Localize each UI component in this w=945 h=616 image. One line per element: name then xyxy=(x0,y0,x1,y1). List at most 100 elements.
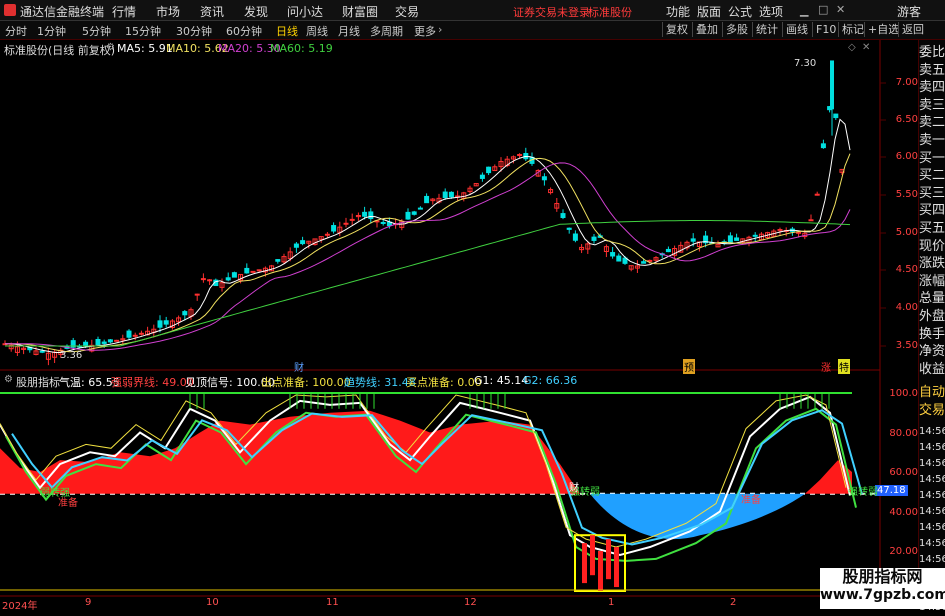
candle-body xyxy=(331,225,337,232)
candle-body xyxy=(417,207,423,210)
candle-body xyxy=(566,227,572,230)
date-tick: 2024年 xyxy=(2,601,38,612)
event-marker-cai[interactable]: 财 xyxy=(294,359,304,374)
moving-average-lines xyxy=(4,118,851,353)
buy-signal-bar xyxy=(598,551,603,591)
g2-value: G2: 66.36 xyxy=(523,374,578,387)
price-tick: 6.00 xyxy=(895,151,918,162)
ma10-line xyxy=(5,153,851,353)
side-panel-item: 14:56 xyxy=(919,426,945,437)
event-marker-zhang[interactable]: 涨 xyxy=(821,359,831,374)
candle-body xyxy=(207,279,213,282)
date-tick: 10 xyxy=(206,597,219,608)
side-panel-item: 14:56 xyxy=(919,554,945,565)
side-panel-item: 卖五 xyxy=(919,62,945,78)
qushi-value: 趋势线: 31.48 xyxy=(344,376,416,389)
auto-trade-panel[interactable]: 自动 交易 xyxy=(919,384,945,420)
side-panel-item: 买二 xyxy=(919,168,945,184)
side-panel-item: 买三 xyxy=(919,185,945,201)
indicator-tick: 80.00 xyxy=(889,428,918,439)
side-panel-item: 14:56 xyxy=(919,490,945,501)
candle-body xyxy=(200,278,206,281)
indicator-current-value: 47.18 xyxy=(875,485,908,496)
date-tick: 2 xyxy=(730,597,737,608)
date-tick: 1 xyxy=(608,597,615,608)
price-tick: 4.00 xyxy=(895,302,918,313)
candle-body xyxy=(541,176,547,181)
candle-body xyxy=(225,277,231,281)
candle-body xyxy=(411,211,417,215)
candle-body xyxy=(424,195,430,204)
side-panel-item: 买一 xyxy=(919,150,945,166)
side-panel-item: 卖四 xyxy=(919,80,945,96)
candle-body xyxy=(820,143,826,149)
event-marker-yu[interactable]: 预 xyxy=(683,359,695,374)
indicator-settings-icon[interactable]: ⚙ xyxy=(4,374,13,385)
side-panel-item: 涨幅 xyxy=(919,273,945,289)
candle-body xyxy=(734,237,740,241)
candle-body xyxy=(830,60,834,110)
side-panel-item: 卖三 xyxy=(919,97,945,113)
indicator-name[interactable]: 股朋指标 xyxy=(16,374,60,390)
event-marker-te[interactable]: 特 xyxy=(838,359,850,374)
indicator-tick: 40.00 xyxy=(889,507,918,518)
candle-body xyxy=(690,238,696,242)
side-panel-item: 14:56 xyxy=(919,442,945,453)
price-tick: 3.50 xyxy=(895,340,918,351)
candle-body xyxy=(39,350,45,353)
buy-signal-bar xyxy=(582,543,587,584)
candle-body xyxy=(572,233,578,241)
candle-body xyxy=(182,311,188,316)
date-tick: 12 xyxy=(464,597,477,608)
annotation-cai: 财 xyxy=(569,483,579,494)
price-tick: 6.50 xyxy=(895,114,918,125)
candle-body xyxy=(275,259,281,262)
candle-body xyxy=(380,221,386,224)
side-panel-item[interactable]: 交易 xyxy=(919,402,945,420)
candle-body xyxy=(324,233,330,236)
side-panel-item: 14:56 xyxy=(919,522,945,533)
date-tick: 11 xyxy=(326,597,339,608)
indicator-tick: 100.0 xyxy=(889,388,918,399)
candle-body xyxy=(362,211,368,217)
side-panel-item[interactable]: 自动 xyxy=(919,384,945,402)
side-panel-item: 收益 xyxy=(919,361,945,377)
candle-body xyxy=(107,339,113,343)
candle-body xyxy=(300,240,306,245)
candle-body xyxy=(405,211,411,220)
side-panel-item: 14:56 xyxy=(919,506,945,517)
candle-body xyxy=(517,154,523,157)
price-tick: 5.00 xyxy=(895,227,918,238)
candle-body xyxy=(752,234,758,237)
watermark-url: www.7gpzb.com xyxy=(820,587,945,603)
candle-body xyxy=(114,339,120,342)
watermark-title: 股朋指标网 xyxy=(842,567,923,586)
side-panel-item: 14:56 xyxy=(919,538,945,549)
side-panel-item: 总量 xyxy=(919,291,945,307)
candle-body xyxy=(293,243,299,248)
candle-body xyxy=(814,193,820,196)
high-price-annotation: 7.30 xyxy=(794,58,817,69)
candle-body xyxy=(610,252,616,257)
candle-body xyxy=(442,191,448,199)
side-panel-item: 现价 xyxy=(919,238,945,254)
candle-body xyxy=(727,235,733,243)
side-panel-item: 买四 xyxy=(919,203,945,219)
ma60-line xyxy=(5,220,851,347)
side-panel-item: 14:56 xyxy=(919,474,945,485)
indicator-tick: 20.00 xyxy=(889,546,918,557)
side-panel-item: 卖二 xyxy=(919,115,945,131)
candle-body xyxy=(138,332,144,335)
side-panel-item: 委比 xyxy=(919,45,945,60)
annotation-zhunbei-2: 准备 xyxy=(741,495,761,506)
candle-body xyxy=(665,248,671,253)
indicator-tick: 60.00 xyxy=(889,467,918,478)
candle-body xyxy=(256,269,262,272)
candle-body xyxy=(101,341,107,344)
ma20-line xyxy=(5,162,851,351)
price-tick: 4.50 xyxy=(895,264,918,275)
annotation-qiang-zhuan-ruo: 强转弱 xyxy=(848,487,878,498)
candle-body xyxy=(132,334,138,337)
qiangruo-value: 强弱界线: 49.00 xyxy=(111,376,194,389)
candle-body xyxy=(833,113,839,119)
